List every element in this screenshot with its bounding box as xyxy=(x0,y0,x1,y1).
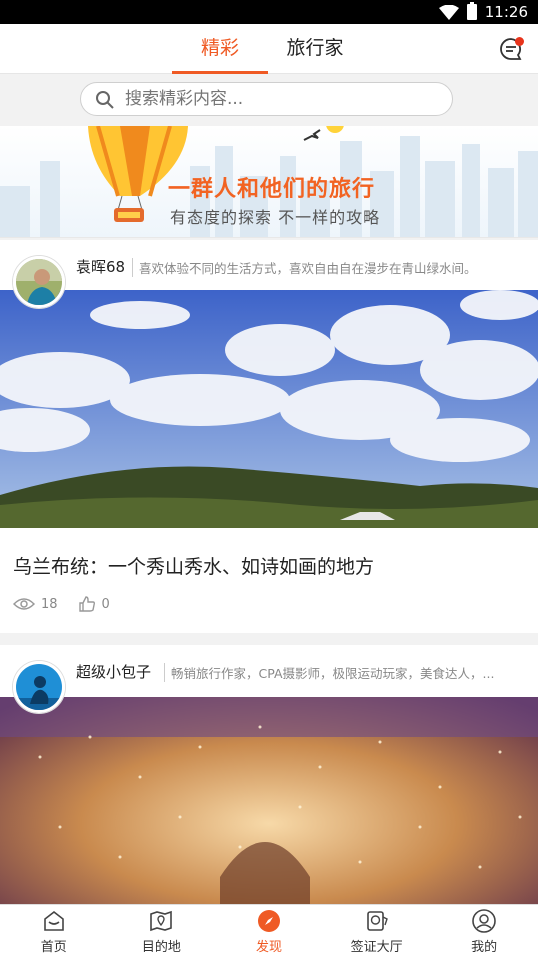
search-input[interactable] xyxy=(125,83,435,115)
post-cover-image[interactable] xyxy=(0,697,538,927)
landscape-photo xyxy=(0,290,538,528)
post-feed: 袁晖68 喜欢体验不同的生活方式，喜欢自由自在漫步在青山绿水间。 乌兰布统：一个… xyxy=(0,240,538,927)
user-icon xyxy=(472,908,496,933)
nav-profile-label: 我的 xyxy=(471,939,498,955)
nav-profile[interactable]: 我的 xyxy=(430,905,538,958)
like-count-value: 0 xyxy=(101,596,110,612)
eye-icon xyxy=(13,598,35,610)
nav-destinations[interactable]: 目的地 xyxy=(108,905,216,958)
notification-dot xyxy=(515,37,524,46)
passport-icon xyxy=(366,910,388,931)
author-avatar[interactable] xyxy=(13,661,65,713)
nav-discover-label: 发现 xyxy=(255,939,282,955)
like-count[interactable]: 0 xyxy=(78,595,110,613)
nav-visa-hall-label: 签证大厅 xyxy=(350,939,403,955)
map-icon xyxy=(150,910,173,931)
status-time: 11:26 xyxy=(484,3,528,21)
home-icon xyxy=(43,910,64,931)
search-area xyxy=(0,74,538,126)
post-cover-image[interactable] xyxy=(0,290,538,528)
author-name[interactable]: 超级小包子 xyxy=(76,661,151,682)
view-count: 18 xyxy=(13,597,58,612)
nav-home[interactable]: 首页 xyxy=(0,905,108,958)
thumbs-up-icon[interactable] xyxy=(78,595,96,613)
card-divider xyxy=(0,633,538,645)
top-nav: 精彩 旅行家 xyxy=(0,24,538,74)
tab-travelers[interactable]: 旅行家 xyxy=(270,24,360,74)
battery-icon xyxy=(466,2,477,20)
search-icon xyxy=(96,91,114,109)
banner-title: 一群人和他们的旅行 xyxy=(168,177,376,202)
fireworks-photo xyxy=(0,697,538,927)
status-bar: 11:26 xyxy=(0,0,538,24)
author-name[interactable]: 袁晖68 xyxy=(76,256,125,277)
nav-visa-hall[interactable]: 签证大厅 xyxy=(323,905,431,958)
compass-icon xyxy=(257,909,280,932)
nav-destinations-label: 目的地 xyxy=(141,939,181,955)
nav-home-label: 首页 xyxy=(40,939,67,955)
banner-subtitle: 有态度的探索 不一样的攻略 xyxy=(170,208,381,227)
author-bio: 喜欢体验不同的生活方式，喜欢自由自在漫步在青山绿水间。 xyxy=(132,258,522,277)
promo-banner[interactable]: 一群人和他们的旅行 有态度的探索 不一样的攻略 xyxy=(0,126,538,238)
post-card[interactable]: 超级小包子 畅销旅行作家，CPA摄影师，极限运动玩家，美食达人，... xyxy=(0,645,538,927)
post-stats: 18 0 xyxy=(13,595,130,613)
search-box[interactable] xyxy=(80,82,453,116)
bottom-nav: 首页 目的地 发现 签证大厅 我的 xyxy=(0,904,538,958)
author-avatar[interactable] xyxy=(13,256,65,308)
wifi-icon xyxy=(438,4,459,20)
author-bio: 畅销旅行作家，CPA摄影师，极限运动玩家，美食达人，... xyxy=(164,663,524,682)
nav-discover[interactable]: 发现 xyxy=(215,905,323,958)
view-count-value: 18 xyxy=(41,596,58,612)
post-title[interactable]: 乌兰布统：一个秀山秀水、如诗如画的地方 xyxy=(13,552,374,579)
tab-featured[interactable]: 精彩 xyxy=(172,24,268,74)
post-card[interactable]: 袁晖68 喜欢体验不同的生活方式，喜欢自由自在漫步在青山绿水间。 乌兰布统：一个… xyxy=(0,240,538,633)
